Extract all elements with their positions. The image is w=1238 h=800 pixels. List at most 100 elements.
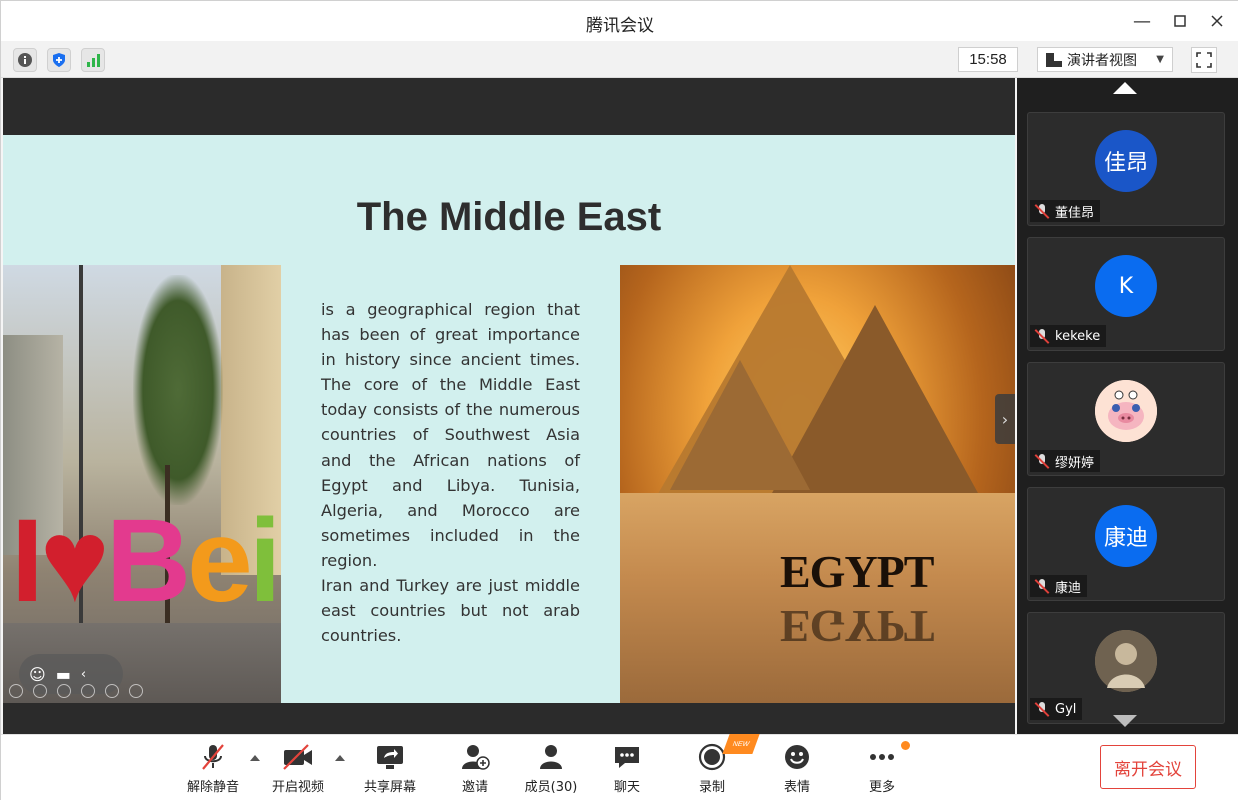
participant-nametag: 康迪	[1030, 575, 1088, 597]
invite-button[interactable]: 邀请	[457, 741, 493, 797]
slide-body-text: is a geographical region that has been o…	[321, 297, 580, 648]
tool-icon[interactable]	[129, 684, 143, 698]
fullscreen-icon	[1196, 52, 1212, 68]
fullscreen-button[interactable]	[1191, 47, 1217, 73]
mic-muted-icon	[197, 741, 229, 773]
collapse-icon[interactable]: ‹	[81, 667, 86, 682]
members-label: 成员(30)	[524, 780, 578, 795]
scroll-down-icon[interactable]	[1113, 715, 1137, 727]
participant-tile[interactable]: 缪妍婷	[1027, 362, 1225, 476]
participant-name: Gyl	[1055, 701, 1077, 717]
start-video-button[interactable]: 开启视频	[269, 741, 327, 797]
participant-name: 缪妍婷	[1055, 455, 1095, 471]
mic-muted-icon	[1034, 328, 1050, 344]
chat-icon	[611, 741, 643, 773]
tool-icon[interactable]	[9, 684, 23, 698]
more-button[interactable]: 更多	[865, 741, 899, 797]
tool-icon[interactable]	[81, 684, 95, 698]
avatar: 康迪	[1095, 505, 1157, 567]
view-mode-label: 演讲者视图	[1067, 52, 1137, 69]
beirut-sign: I♥Beirut	[11, 495, 281, 627]
info-icon[interactable]	[13, 48, 37, 72]
avatar	[1095, 380, 1157, 442]
bottom-toolbar: 解除静音 开启视频 共享屏幕 邀请 成员(30) 聊天 录制 NEW 表情 更多…	[1, 734, 1238, 800]
top-toolbar: 15:58 演讲者视图 ▼	[1, 41, 1238, 78]
notification-dot	[901, 741, 910, 750]
layout-icon	[1046, 52, 1062, 67]
avatar: K	[1095, 255, 1157, 317]
emoji-icon[interactable]: ☺	[29, 665, 46, 684]
participant-nametag: 董佳昂	[1030, 200, 1101, 222]
unmute-label: 解除静音	[186, 780, 239, 795]
view-mode-select[interactable]: 演讲者视图 ▼	[1037, 47, 1173, 72]
chat-button[interactable]: 聊天	[611, 741, 643, 797]
window-title: 腾讯会议	[586, 16, 654, 36]
mic-muted-icon	[1034, 701, 1050, 717]
tool-icon[interactable]	[105, 684, 119, 698]
avatar: 佳昂	[1095, 130, 1157, 192]
participant-tile[interactable]: 康迪 康迪	[1027, 487, 1225, 601]
record-label: 录制	[698, 780, 725, 795]
members-icon	[535, 741, 567, 773]
mic-muted-icon	[1034, 453, 1050, 469]
participant-tile[interactable]: K kekeke	[1027, 237, 1225, 351]
start-video-label: 开启视频	[271, 780, 324, 795]
minimize-icon[interactable]: —	[1129, 9, 1155, 33]
participant-tile[interactable]: Gyl	[1027, 612, 1225, 724]
network-signal-icon[interactable]	[81, 48, 105, 72]
egypt-sign: EGYPT	[780, 546, 934, 597]
title-bar: 腾讯会议 —	[1, 1, 1238, 41]
egypt-pyramids-image: EGYPT EGYPT	[620, 265, 1015, 703]
chevron-right-icon: ›	[1001, 409, 1009, 429]
invite-label: 邀请	[461, 780, 488, 795]
share-screen-button[interactable]: 共享屏幕	[361, 741, 419, 797]
reactions-label: 表情	[783, 780, 810, 795]
scroll-up-icon[interactable]	[1113, 82, 1137, 94]
audio-options-icon[interactable]	[250, 755, 260, 761]
reactions-button[interactable]: 表情	[780, 741, 814, 797]
maximize-icon[interactable]	[1167, 9, 1193, 33]
shared-screen-stage: The Middle East I♥Beirut is a geographic…	[3, 78, 1015, 734]
next-slide-button[interactable]: ›	[995, 394, 1015, 444]
participant-nametag: Gyl	[1030, 698, 1083, 720]
record-icon	[696, 741, 728, 773]
chat-label: 聊天	[613, 780, 640, 795]
participant-name: 董佳昂	[1055, 205, 1095, 221]
beirut-image: I♥Beirut	[3, 265, 281, 703]
tool-icon[interactable]	[33, 684, 47, 698]
close-icon[interactable]	[1204, 9, 1230, 33]
participant-name: 康迪	[1055, 580, 1082, 596]
share-screen-label: 共享屏幕	[363, 780, 416, 795]
avatar	[1095, 630, 1157, 692]
add-user-icon	[459, 741, 491, 773]
participant-nametag: kekeke	[1030, 325, 1107, 347]
participant-nametag: 缪妍婷	[1030, 450, 1101, 472]
photo-avatar-icon	[1095, 630, 1157, 692]
new-badge: NEW	[722, 734, 760, 754]
slide-paragraph: is a geographical region that has been o…	[321, 300, 580, 646]
leave-meeting-button[interactable]: 离开会议	[1100, 745, 1196, 789]
tool-icon[interactable]	[57, 684, 71, 698]
unmute-button[interactable]: 解除静音	[185, 741, 241, 797]
smiley-icon	[781, 741, 813, 773]
video-off-icon	[282, 741, 314, 773]
mic-muted-icon	[1034, 578, 1050, 594]
chevron-down-icon: ▼	[1156, 54, 1164, 65]
video-options-icon[interactable]	[335, 755, 345, 761]
participant-sidebar: 佳昂 董佳昂 K kekeke 缪妍婷 康迪 康迪 Gyl	[1017, 78, 1238, 734]
pig-avatar-icon	[1095, 380, 1157, 442]
participant-name: kekeke	[1055, 328, 1101, 344]
presentation-slide: The Middle East I♥Beirut is a geographic…	[3, 135, 1015, 703]
members-button[interactable]: 成员(30)	[523, 741, 579, 797]
mic-muted-icon	[1034, 203, 1050, 219]
share-screen-icon	[374, 741, 406, 773]
security-shield-icon[interactable]	[47, 48, 71, 72]
more-label: 更多	[868, 780, 895, 795]
comment-icon[interactable]: ▬	[56, 665, 71, 684]
meeting-window: 腾讯会议 — 15:58 演讲者视图 ▼ The Middle East I ♥…	[0, 0, 1238, 800]
annotation-tools-row	[9, 684, 143, 698]
more-dots-icon	[866, 741, 898, 773]
participant-tile[interactable]: 佳昂 董佳昂	[1027, 112, 1225, 226]
meeting-clock: 15:58	[958, 47, 1018, 72]
slide-title: The Middle East	[356, 195, 662, 239]
